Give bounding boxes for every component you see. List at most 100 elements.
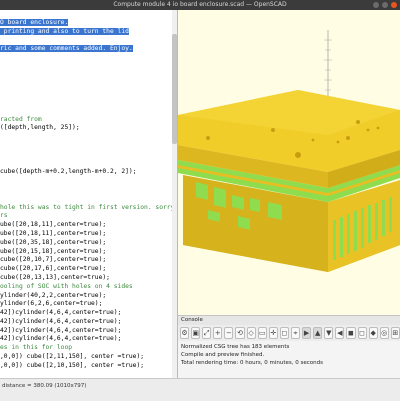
front-view-icon[interactable]: ◼ [346, 327, 356, 339]
code-line[interactable] [0, 371, 177, 378]
code-line-text: 42])cylinder(4,6,4,center=true); [0, 326, 122, 334]
minimize-button[interactable] [373, 2, 379, 8]
console-line: Total rendering time: 0 hours, 0 minutes… [181, 360, 323, 366]
code-line-text: 42])cylinder(4,6,4,center=true); [0, 335, 122, 343]
code-line[interactable] [0, 195, 177, 204]
preview-icon[interactable]: ⚙ [180, 327, 190, 339]
code-line-text: cube([depth-m+0.2,length-m+0.2, 2]); [0, 168, 137, 176]
code-line[interactable]: ube([20,18,11],center=true); [0, 230, 177, 239]
console-panel: Console ⚙ ▣ ⤢ + − ⟲ ◇ ▭ ✛ ◻ ⌖ ▶ ▲ ▼ ◀ ◼ ◻ ◆ ◎ ⊞ Normalized … [178, 315, 400, 379]
zoom-in-icon[interactable]: + [213, 327, 223, 339]
code-line[interactable] [0, 89, 177, 98]
code-line[interactable]: ([depth,length, 25]); [0, 124, 177, 133]
code-line[interactable]: 42])cylinder(4,6,4,center=true); [0, 327, 177, 336]
code-line-text: ,0,0]) cube([2,10,150], center =true); [0, 361, 145, 369]
code-line[interactable]: ube([20,15,18],center=true); [0, 248, 177, 257]
crosshair-icon[interactable]: ⌖ [290, 327, 301, 339]
code-line-text: ylinder(40,2,2,center=true); [0, 291, 107, 299]
code-line[interactable]: printing and also to turn the lid [0, 27, 177, 37]
maximize-button[interactable] [382, 2, 388, 8]
code-line[interactable] [0, 54, 177, 63]
code-line[interactable] [0, 10, 177, 19]
bottom-view-icon[interactable]: ▼ [324, 327, 334, 339]
code-line-text: hole this was to tight in first version.… [0, 203, 178, 211]
code-line[interactable]: racted from [0, 116, 177, 125]
code-line[interactable] [0, 186, 177, 195]
code-line[interactable] [0, 160, 177, 169]
code-line[interactable] [0, 142, 177, 151]
code-line[interactable]: ooling of SOC with holes on 4 sides [0, 283, 177, 292]
code-line[interactable]: hole this was to tight in first version.… [0, 204, 177, 213]
code-line-text: ylinder(6,2,6,center=true); [0, 300, 103, 308]
code-line[interactable] [0, 177, 177, 186]
render-icon[interactable]: ▣ [191, 327, 201, 339]
left-view-icon[interactable]: ◀ [335, 327, 345, 339]
code-line-text: rs [0, 212, 8, 220]
code-line[interactable] [0, 36, 177, 45]
orthogonal-icon[interactable]: ▭ [257, 327, 267, 339]
axes-icon[interactable]: ✛ [268, 327, 278, 339]
code-line-text: ,0,0]) cube([2,11,150], center =true); [0, 353, 145, 361]
code-line[interactable]: 42])cylinder(4,6,4,center=true); [0, 309, 177, 318]
code-line[interactable]: cube([20,13,13],center=true); [0, 274, 177, 283]
code-line[interactable]: ube([20,35,18],center=true); [0, 239, 177, 248]
code-line-text: 42])cylinder(4,6,4,center=true); [0, 309, 122, 317]
code-line[interactable] [0, 98, 177, 107]
editor-scrollbar[interactable] [172, 10, 177, 378]
code-line[interactable]: ,0,0]) cube([2,11,150], center =true); [0, 353, 177, 362]
code-line-text: cube([20,10,7],center=true); [0, 256, 107, 264]
console-line: Normalized CSG tree has 183 elements [181, 344, 290, 350]
enclosure-model-render [178, 30, 400, 272]
3d-viewport[interactable] [178, 10, 400, 315]
editor-scroll-thumb[interactable] [172, 34, 177, 144]
code-line-text: cube([20,13,13],center=true); [0, 273, 110, 281]
code-line[interactable]: cube([20,10,7],center=true); [0, 256, 177, 265]
view-all-icon[interactable]: ⤢ [202, 327, 212, 339]
center-view-icon[interactable]: ◎ [379, 327, 389, 339]
edges-icon[interactable]: ◻ [279, 327, 289, 339]
close-button[interactable] [391, 2, 397, 8]
code-line-text: ube([20,18,11],center=true); [0, 229, 107, 237]
reset-view-icon[interactable]: ⟲ [235, 327, 245, 339]
code-line[interactable] [0, 107, 177, 116]
zoom-out-icon[interactable]: − [224, 327, 234, 339]
window-title: Compute module 4 io board enclosure.scad… [113, 1, 287, 8]
code-line[interactable]: ,0,0]) cube([2,10,150], center =true); [0, 362, 177, 371]
code-line[interactable]: cube([20,17,6],center=true); [0, 265, 177, 274]
perspective-icon[interactable]: ◇ [246, 327, 256, 339]
diagonal-view-icon[interactable]: ◆ [368, 327, 378, 339]
back-view-icon[interactable]: ◻ [357, 327, 367, 339]
code-line-text: ube([20,15,18],center=true); [0, 247, 107, 255]
code-line-text: racted from [0, 115, 42, 123]
console-line: Compile and preview finished. [181, 352, 265, 358]
code-line[interactable] [0, 80, 177, 89]
code-line-text: ([depth,length, 25]); [0, 124, 80, 132]
code-line-text: ube([20,35,18],center=true); [0, 238, 107, 246]
code-line[interactable]: cube([depth-m+0.2,length-m+0.2, 2]); [0, 168, 177, 177]
code-line[interactable]: ric and some comments added. Enjoy. [0, 45, 177, 54]
code-line[interactable]: 42])cylinder(4,6,4,center=true); [0, 318, 177, 327]
code-line[interactable] [0, 133, 177, 142]
window-controls [373, 2, 397, 8]
show-scale-icon[interactable]: ⊞ [390, 327, 400, 339]
code-line[interactable]: ylinder(6,2,6,center=true); [0, 300, 177, 309]
code-line-text: 42])cylinder(4,6,4,center=true); [0, 317, 122, 325]
code-editor[interactable]: O board enclosure. printing and also to … [0, 10, 178, 378]
top-view-icon[interactable]: ▲ [313, 327, 323, 339]
code-line[interactable] [0, 63, 177, 72]
code-line-text: ube([20,18,11],center=true); [0, 221, 107, 229]
code-line[interactable]: ube([20,18,11],center=true); [0, 221, 177, 230]
code-line[interactable] [0, 151, 177, 160]
right-view-icon[interactable]: ▶ [302, 327, 312, 339]
code-line[interactable] [0, 72, 177, 81]
status-bar: distance = 380.09 (1010x797) [0, 378, 400, 401]
console-heading: Console [178, 316, 400, 325]
code-line-text: O board enclosure. [0, 18, 69, 26]
code-line[interactable]: 42])cylinder(4,6,4,center=true); [0, 335, 177, 344]
code-line-text: cube([20,17,6],center=true); [0, 265, 107, 273]
code-line-text: ooling of SOC with holes on 4 sides [0, 282, 133, 290]
code-line[interactable]: O board enclosure. [0, 18, 177, 28]
code-line[interactable]: es in this for loop [0, 344, 177, 353]
code-line[interactable]: rs [0, 212, 177, 221]
code-line[interactable]: ylinder(40,2,2,center=true); [0, 292, 177, 301]
